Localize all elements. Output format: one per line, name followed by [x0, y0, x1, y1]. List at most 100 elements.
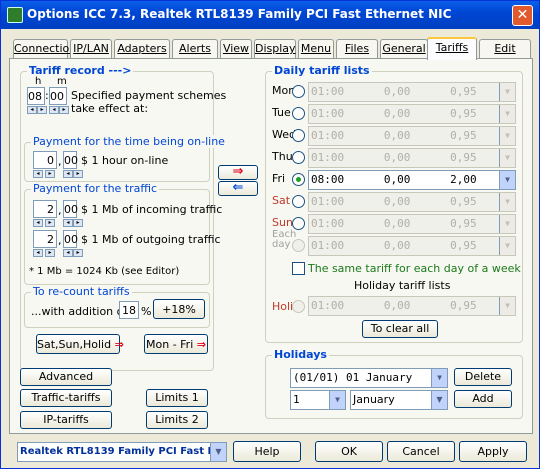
title-bar[interactable]: Options ICC 7.3, Realtek RTL8139 Family …	[1, 1, 539, 29]
tab-adapters[interactable]: Adapters	[114, 39, 170, 59]
sat-sun-holid-label: Sat,Sun,Holid	[37, 338, 112, 351]
limits1-button[interactable]: Limits 1	[146, 389, 208, 407]
outgoing-frac-up-icon[interactable]: ▸	[73, 249, 83, 257]
holiday-selected-value: (01/01) 01 January	[293, 371, 413, 384]
month-select[interactable]: January ▼	[350, 390, 448, 410]
same-tariff-label: The same tariff for each day of a week	[308, 262, 521, 275]
day-radio-7[interactable]	[292, 239, 305, 252]
tab-edit[interactable]: Edit	[479, 39, 531, 59]
day-radio-1[interactable]	[292, 107, 305, 120]
day-radio-2[interactable]	[292, 129, 305, 142]
tab-alerts[interactable]: Alerts	[172, 39, 218, 59]
day-value-4: 08:00 0,00 2,00 2,00	[311, 173, 477, 186]
cancel-button[interactable]: Cancel	[387, 441, 455, 462]
arrow-right-icon: ⇒	[114, 338, 124, 351]
chevron-down-icon: ▼	[499, 237, 515, 255]
day-combo-0[interactable]: 01:00 0,00 0,95 0,95 ▼	[308, 82, 516, 102]
day-radio-3[interactable]	[292, 151, 305, 164]
chevron-down-icon: ▼	[499, 215, 515, 233]
day-combo-6[interactable]: 01:00 0,00 0,95 0,95 ▼	[308, 214, 516, 234]
traffic-payment-title: Payment for the traffic	[31, 182, 160, 195]
day-radio-5[interactable]	[292, 195, 305, 208]
sat-sun-holid-button[interactable]: Sat,Sun,Holid ⇒	[36, 334, 124, 354]
day-radio-4[interactable]	[292, 173, 305, 186]
incoming-frac-down-icon[interactable]: ◂	[63, 219, 73, 227]
day-select[interactable]: 1 ▼	[290, 390, 346, 410]
incoming-down-icon[interactable]: ◂	[33, 219, 43, 227]
ip-tariffs-button[interactable]: IP-tariffs	[20, 411, 112, 429]
traffic-tariffs-button[interactable]: Traffic-tariffs	[20, 389, 112, 407]
incoming-frac-input[interactable]: 00	[63, 200, 78, 218]
minutes-input[interactable]: 00	[49, 87, 67, 105]
online-up-icon[interactable]: ▸	[45, 170, 55, 178]
clear-all-button[interactable]: To clear all	[362, 320, 438, 338]
add-button[interactable]: Add	[454, 390, 512, 408]
close-icon[interactable]: ✕	[512, 5, 533, 26]
recount-unit: %	[141, 305, 152, 318]
outgoing-frac-down-icon[interactable]: ◂	[63, 249, 73, 257]
online-down-icon[interactable]: ◂	[33, 170, 43, 178]
minutes-up-icon[interactable]: ▸	[59, 106, 69, 114]
hours-input[interactable]: 08	[27, 87, 45, 105]
hours-up-icon[interactable]: ▸	[37, 106, 47, 114]
holid-radio[interactable]	[292, 300, 305, 313]
limits2-button[interactable]: Limits 2	[146, 411, 208, 429]
apply-button[interactable]: Apply	[459, 441, 527, 462]
adapter-select[interactable]: Realtek RTL8139 Family PCI Fast Ether ▼	[17, 442, 227, 462]
online-int-input[interactable]: 0	[33, 151, 57, 169]
day-combo-1[interactable]: 01:00 0,00 0,95 0,95 ▼	[308, 104, 516, 124]
day-combo-5[interactable]: 01:00 0,00 0,95 0,95 ▼	[308, 192, 516, 212]
tab-menu[interactable]: Menu	[298, 39, 334, 59]
tab-general[interactable]: General	[380, 39, 428, 59]
online-comma: ,	[58, 155, 62, 168]
tariff-record-title: Tariff record --->	[27, 64, 134, 77]
tab-ip-lan[interactable]: IP/LAN	[70, 39, 112, 59]
advanced-button[interactable]: Advanced	[20, 368, 112, 386]
day-value-3: 01:00 0,00 0,95 0,95	[311, 151, 477, 164]
day-combo-2[interactable]: 01:00 0,00 0,95 0,95 ▼	[308, 126, 516, 146]
tab-tariffs[interactable]: Tariffs	[427, 37, 477, 60]
tab-view[interactable]: View	[220, 39, 252, 59]
tab-connection[interactable]: Connection	[13, 39, 76, 59]
copy-right-button[interactable]: ⇒	[218, 165, 258, 180]
recount-button[interactable]: +18%	[153, 299, 205, 319]
chevron-down-icon: ▼	[431, 391, 447, 409]
same-tariff-checkbox[interactable]	[292, 262, 305, 275]
copy-left-button[interactable]: ⇐	[218, 181, 258, 196]
hours-label: h	[35, 76, 42, 87]
online-frac-input[interactable]: 00	[63, 151, 78, 169]
help-button[interactable]: Help	[233, 441, 301, 462]
incoming-frac-up-icon[interactable]: ▸	[73, 219, 83, 227]
outgoing-int-input[interactable]: 2	[33, 230, 57, 248]
day-combo-7[interactable]: 01:00 0,00 0,95 0,95 ▼	[308, 236, 516, 256]
day-combo-4[interactable]: 08:00 0,00 2,00 2,00 ▼	[308, 170, 516, 190]
outgoing-down-icon[interactable]: ◂	[33, 249, 43, 257]
minutes-down-icon[interactable]: ◂	[49, 106, 59, 114]
day-value-7: 01:00 0,00 0,95 0,95	[311, 239, 477, 252]
tariff-record-text1: Specified payment schemes	[71, 89, 227, 102]
hours-down-icon[interactable]: ◂	[27, 106, 37, 114]
outgoing-frac-input[interactable]: 00	[63, 230, 78, 248]
recount-input[interactable]: 18	[119, 301, 139, 319]
holiday-select[interactable]: (01/01) 01 January ▼	[290, 368, 448, 388]
recount-prefix: ...with addition of	[31, 305, 128, 318]
chevron-down-icon: ▼	[329, 391, 345, 409]
ok-button[interactable]: OK	[315, 441, 383, 462]
chevron-down-icon: ▼	[499, 193, 515, 211]
day-value-0: 01:00 0,00 0,95 0,95	[311, 85, 477, 98]
holid-combo[interactable]: 01:00 0,00 0,95 0,95 ▼	[308, 296, 516, 316]
delete-button[interactable]: Delete	[454, 368, 512, 386]
incoming-up-icon[interactable]: ▸	[45, 219, 55, 227]
outgoing-up-icon[interactable]: ▸	[45, 249, 55, 257]
online-payment-group: Payment for the time being on-line 0 , 0…	[24, 135, 227, 182]
mon-fri-button[interactable]: Mon - Fri ⇒	[144, 334, 208, 354]
minutes-label: m	[57, 76, 67, 87]
outgoing-comma: ,	[58, 234, 62, 247]
tab-display[interactable]: Display	[254, 39, 296, 59]
day-combo-3[interactable]: 01:00 0,00 0,95 0,95 ▼	[308, 148, 516, 168]
day-radio-0[interactable]	[292, 85, 305, 98]
online-frac-down-icon[interactable]: ◂	[63, 170, 73, 178]
online-frac-up-icon[interactable]: ▸	[73, 170, 83, 178]
tab-files[interactable]: Files	[336, 39, 378, 59]
incoming-int-input[interactable]: 2	[33, 200, 57, 218]
